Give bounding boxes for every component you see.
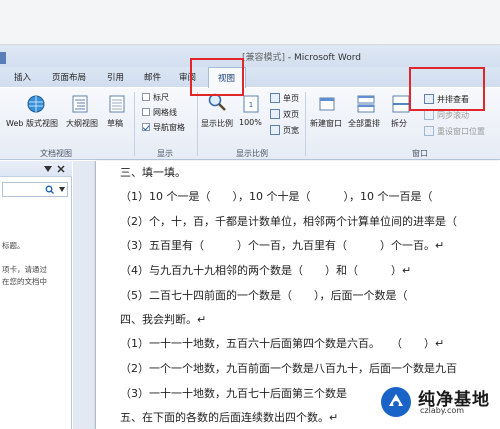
vertical-ruler: [73, 161, 96, 429]
compat-mode-label: [兼容模式]: [242, 53, 286, 63]
doc-line: （1）一十一十地数，五百六十后面第四个数是六百。 （ ）↵: [120, 337, 445, 350]
highlight-view-tab: [190, 58, 244, 96]
group-separator: [197, 92, 198, 156]
web-layout-button[interactable]: Web 版式视图: [6, 118, 58, 129]
svg-text:1: 1: [249, 101, 253, 109]
arrange-all-button[interactable]: 全部重排: [348, 118, 380, 129]
zoom-button[interactable]: 显示比例: [201, 118, 233, 129]
globe-icon: [27, 95, 45, 113]
navigation-pane: [0, 161, 72, 429]
doc-line: 五、在下面的各数的后面连续数出四个数。↵: [120, 411, 339, 424]
doc-line: （5）二百七十四前面的一个数是（ ），后面一个数是（: [120, 289, 430, 302]
nav-pane-text: 在您的文档中: [2, 277, 47, 286]
draft-button[interactable]: 草稿: [107, 118, 123, 129]
window-chrome: [0, 0, 500, 45]
window-title: [兼容模式] - Microsoft Word: [242, 50, 361, 63]
sync-scroll-icon: [424, 110, 434, 120]
split-icon: [392, 95, 410, 113]
navigation-pane-label: 导航窗格: [153, 123, 185, 132]
brand-logo-icon: [381, 387, 411, 417]
search-icon[interactable]: [45, 185, 54, 194]
two-pages-icon: [270, 109, 280, 119]
tab-insert[interactable]: 插入: [14, 71, 31, 83]
title-separator: -: [285, 53, 295, 63]
doc-line: 三、填一填。: [120, 166, 186, 179]
outline-button[interactable]: 大纲视图: [66, 118, 98, 129]
close-icon[interactable]: [57, 165, 65, 173]
highlight-side-by-side: [409, 67, 485, 111]
nav-pane-text: 项卡，请通过: [2, 265, 47, 274]
dropdown-arrow-icon[interactable]: [44, 166, 52, 172]
split-button[interactable]: 拆分: [391, 118, 407, 129]
tab-page-layout[interactable]: 页面布局: [52, 71, 86, 83]
zoom-100-icon: 1: [243, 95, 259, 113]
doc-line: （1）10 个一是（ ），10 个十是（ ），10 个一百是（: [120, 190, 455, 203]
group-label-show: 显示: [157, 149, 173, 158]
nav-pane-text: 标题。: [2, 241, 25, 250]
gridlines-checkbox[interactable]: [142, 108, 150, 116]
group-label-doc-views: 文档视图: [40, 149, 72, 158]
reset-window-icon: [424, 126, 434, 136]
doc-line: （4）与九百九十九相邻的两个数是（ ）和（ ）↵: [120, 264, 412, 277]
ruler-checkbox[interactable]: [142, 93, 150, 101]
word-app-icon: [0, 52, 6, 64]
outline-icon: [72, 95, 88, 113]
one-page-button[interactable]: 单页: [283, 93, 299, 104]
doc-line: （2）一个一个地数，九百前面一个数是八百九十，后面一个数是九百: [120, 362, 457, 375]
search-options-arrow-icon[interactable]: [59, 187, 65, 192]
new-window-icon: [319, 97, 335, 111]
doc-line: （2）个，十，百，千都是计数单位，相邻两个计算单位间的进率是（: [120, 215, 457, 228]
arrange-all-icon: [357, 95, 375, 113]
two-pages-button[interactable]: 双页: [283, 109, 299, 120]
group-separator: [305, 92, 306, 156]
navigation-pane-checkbox[interactable]: [142, 123, 150, 131]
doc-line: （3）一十一十地数，九百七十后面第三个数是: [120, 387, 347, 400]
sync-scroll-button[interactable]: 同步滚动: [437, 110, 469, 121]
zoom-100-button[interactable]: 100%: [239, 118, 262, 127]
tab-references[interactable]: 引用: [107, 71, 124, 83]
brand-url: czlaby.com: [420, 406, 465, 415]
doc-line: （3）五百里有（ ）个一百，九百里有（ ）个一百。↵: [120, 239, 445, 252]
app-name: Microsoft Word: [294, 53, 361, 63]
group-separator: [134, 92, 135, 156]
draft-icon: [109, 95, 125, 113]
page-width-icon: [270, 125, 280, 135]
new-window-button[interactable]: 新建窗口: [310, 118, 342, 129]
group-label-window: 窗口: [412, 149, 428, 158]
group-label-zoom: 显示比例: [236, 149, 268, 158]
reset-window-position-button[interactable]: 重设窗口位置: [437, 126, 485, 137]
ruler-label: 标尺: [153, 93, 169, 102]
doc-line: 四、我会判断。↵: [120, 313, 207, 326]
tab-mailings[interactable]: 邮件: [144, 71, 161, 83]
one-page-icon: [270, 93, 280, 103]
gridlines-label: 网格线: [153, 108, 177, 117]
page-width-button[interactable]: 页宽: [283, 125, 299, 136]
